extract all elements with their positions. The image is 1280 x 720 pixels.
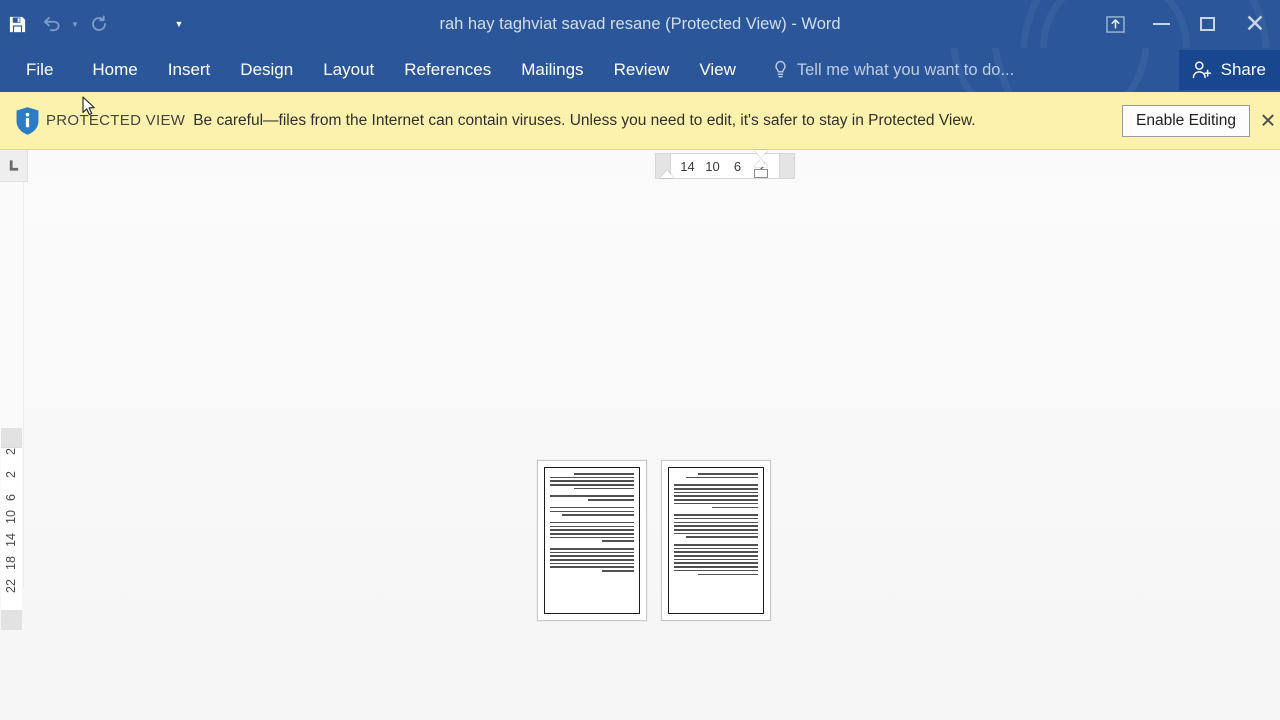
tab-view[interactable]: View <box>684 48 751 92</box>
share-button-label: Share <box>1220 60 1266 79</box>
paragraph <box>674 514 758 540</box>
paragraph <box>550 548 634 574</box>
share-button[interactable]: Share <box>1178 50 1280 90</box>
enable-editing-button[interactable]: Enable Editing <box>1122 104 1250 137</box>
tab-layout[interactable]: Layout <box>308 48 389 92</box>
protected-view-message-bar: PROTECTED VIEW Be careful—files from the… <box>0 92 1280 150</box>
vruler-tick: 22 <box>4 579 18 593</box>
page-1-content <box>544 467 640 614</box>
tab-mailings[interactable]: Mailings <box>506 48 598 92</box>
paragraph <box>550 521 634 544</box>
tab-home[interactable]: Home <box>77 48 152 92</box>
hanging-indent-marker[interactable] <box>754 159 768 167</box>
left-tab-icon <box>9 160 19 171</box>
tab-design[interactable]: Design <box>225 48 308 92</box>
save-button[interactable] <box>0 4 34 44</box>
paragraph <box>550 473 634 491</box>
paragraph <box>674 473 758 480</box>
left-indent-marker[interactable] <box>660 170 674 178</box>
vruler-tick: 18 <box>4 556 18 570</box>
vertical-ruler[interactable]: 2 2 6 10 14 18 22 <box>0 182 24 630</box>
paragraph <box>550 506 634 518</box>
tab-review[interactable]: Review <box>599 48 685 92</box>
minimize-button[interactable] <box>1138 0 1184 48</box>
info-shield-icon <box>8 106 46 136</box>
paragraph <box>674 484 758 510</box>
add-person-icon <box>1191 60 1213 80</box>
undo-button[interactable] <box>34 4 68 44</box>
lightbulb-icon <box>773 60 788 80</box>
protected-view-badge: PROTECTED VIEW <box>46 112 186 129</box>
horizontal-ruler-margin-right <box>779 153 795 179</box>
right-indent-marker-group <box>752 150 768 182</box>
paragraph <box>674 544 758 577</box>
hruler-tick: 14 <box>680 158 695 174</box>
vruler-tick: 6 <box>4 494 18 501</box>
tab-references[interactable]: References <box>389 48 506 92</box>
close-icon: ✕ <box>1244 9 1266 38</box>
hruler-tick: 10 <box>705 158 720 174</box>
vruler-tick: 2 <box>4 471 18 478</box>
protected-view-message: Be careful—files from the Internet can c… <box>193 112 976 129</box>
ribbon-tab-bar: File Home Insert Design Layout Reference… <box>0 48 1280 92</box>
ribbon-display-options-icon[interactable] <box>1092 0 1138 48</box>
horizontal-ruler[interactable]: 14 10 6 2 <box>655 153 795 179</box>
tell-me-placeholder-text: Tell me what you want to do... <box>796 60 1015 79</box>
tab-file[interactable]: File <box>0 48 77 92</box>
title-bar: ▼ ▼ rah hay taghviat savad resane (Prote… <box>0 0 1280 48</box>
vruler-tick: 2 <box>4 448 18 455</box>
maximize-restore-button[interactable] <box>1184 0 1230 48</box>
redo-button[interactable] <box>82 4 116 44</box>
document-pages <box>537 460 771 621</box>
tab-insert[interactable]: Insert <box>153 48 226 92</box>
ruler-strip: 14 10 6 2 <box>0 150 1280 182</box>
window-title: rah hay taghviat savad resane (Protected… <box>439 15 841 33</box>
customize-quick-access-toolbar-chevron-down-icon[interactable]: ▼ <box>172 4 186 44</box>
quick-access-toolbar: ▼ ▼ <box>0 0 186 48</box>
undo-dropdown-chevron-down-icon[interactable]: ▼ <box>68 4 82 44</box>
paragraph <box>550 495 634 502</box>
page-2-content <box>668 467 764 614</box>
right-indent-box-marker[interactable] <box>754 169 768 178</box>
tell-me-search-input[interactable]: Tell me what you want to do... <box>773 48 1014 92</box>
vertical-ruler-margin-bottom <box>1 610 22 630</box>
tab-stop-selector[interactable] <box>0 150 28 182</box>
hruler-tick: 6 <box>733 158 742 174</box>
first-line-indent-marker[interactable] <box>754 150 768 158</box>
vertical-ruler-ticks: 2 2 6 10 14 18 22 <box>1 432 22 612</box>
page-1[interactable] <box>537 460 647 621</box>
vruler-tick: 10 <box>4 510 18 524</box>
close-window-button[interactable]: ✕ <box>1230 0 1280 48</box>
page-2[interactable] <box>661 460 771 621</box>
window-controls: ✕ <box>1092 0 1280 48</box>
close-message-bar-icon[interactable]: ✕ <box>1256 108 1280 133</box>
document-canvas[interactable]: 2 2 6 10 14 18 22 <box>0 182 1280 720</box>
vruler-tick: 14 <box>4 533 18 547</box>
